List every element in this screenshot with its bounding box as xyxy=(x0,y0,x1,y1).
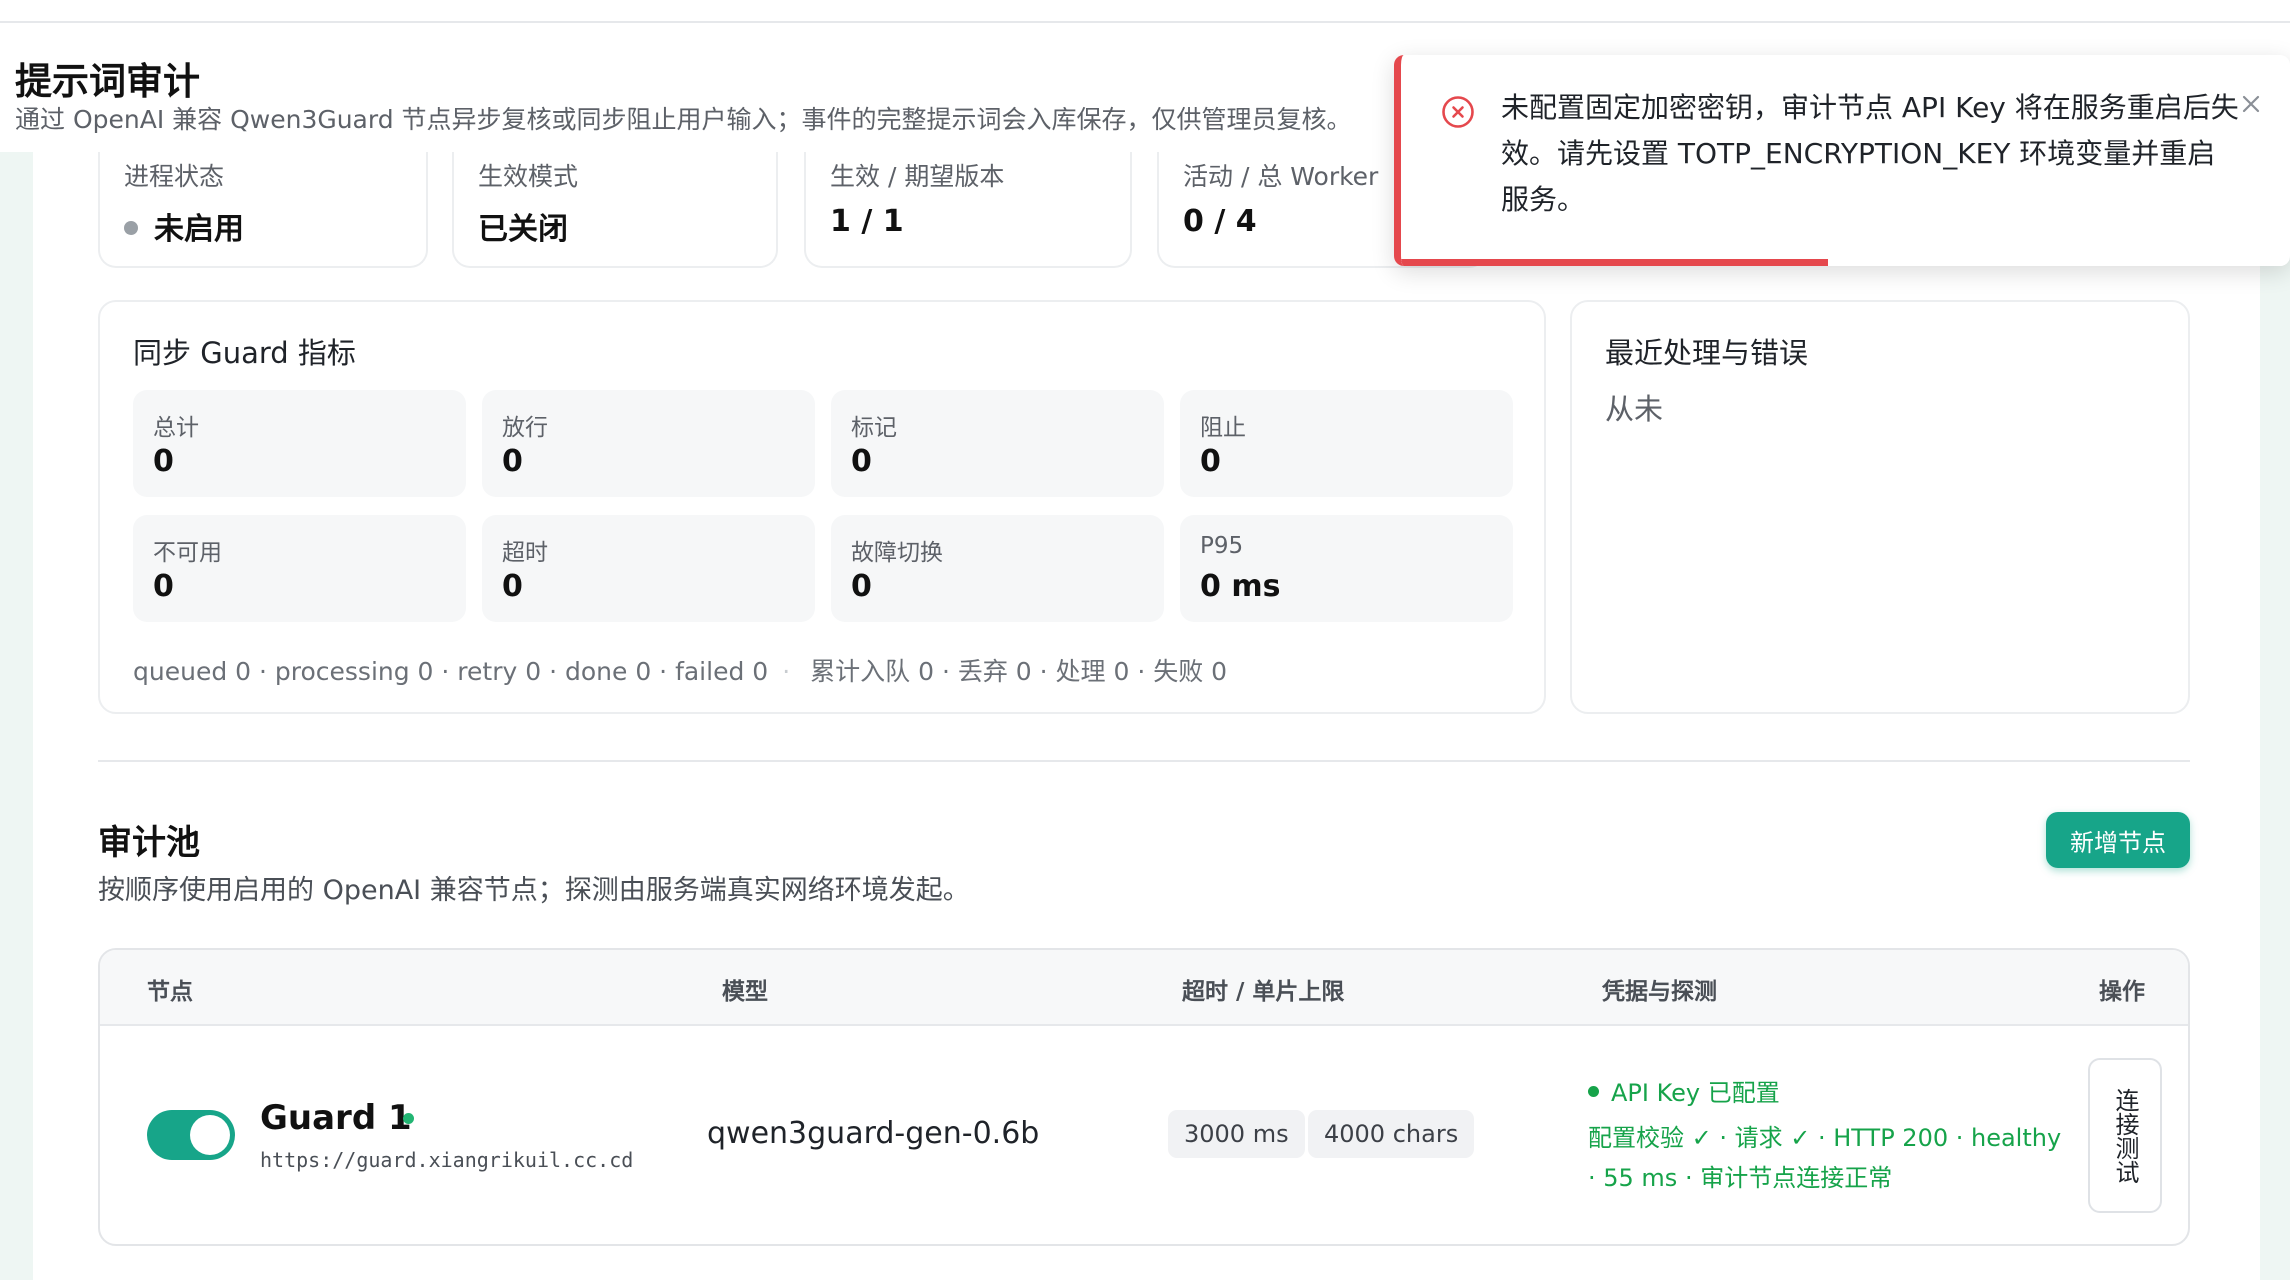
left-background-band xyxy=(0,150,33,1280)
metric-value: 0 xyxy=(1200,444,1221,479)
metric-label: 总计 xyxy=(153,415,199,441)
error-toast: 未配置固定加密密钥，审计节点 API Key 将在服务重启后失效。请先设置 TO… xyxy=(1394,55,2290,266)
pool-title: 审计池 xyxy=(98,823,200,863)
toast-message: 未配置固定加密密钥，审计节点 API Key 将在服务重启后失效。请先设置 TO… xyxy=(1501,91,2239,216)
metric-p95: P95 0 ms xyxy=(1180,515,1513,622)
status-card-label: 进程状态 xyxy=(124,162,225,191)
status-dot-icon xyxy=(124,220,138,235)
status-card-label: 活动 / 总 Worker xyxy=(1183,162,1379,191)
column-header-actions: 操作 xyxy=(2099,979,2145,1005)
metric-label: 故障切换 xyxy=(851,540,943,566)
column-header-model: 模型 xyxy=(722,979,768,1005)
metric-timeout: 超时 0 xyxy=(482,515,815,622)
status-card-value: 0 / 4 xyxy=(1183,204,1257,239)
metric-value: 0 xyxy=(153,569,174,604)
metric-flag: 标记 0 xyxy=(831,390,1164,497)
status-card-version: 生效 / 期望版本 1 / 1 xyxy=(804,140,1132,268)
timeout-pill: 3000 ms xyxy=(1168,1110,1305,1158)
metric-value: 0 ms xyxy=(1200,569,1281,604)
page-subtitle: 通过 OpenAI 兼容 Qwen3Guard 节点异步复核或同步阻止用户输入；… xyxy=(15,105,1352,134)
status-card-value: 1 / 1 xyxy=(830,204,904,239)
status-card-process: 进程状态 未启用 xyxy=(98,140,428,268)
page-title: 提示词审计 xyxy=(15,60,200,103)
toast-progress-bar xyxy=(1401,259,1828,266)
metric-label: 放行 xyxy=(502,415,548,441)
metric-label: 阻止 xyxy=(1200,415,1246,441)
column-header-credentials: 凭据与探测 xyxy=(1602,979,1717,1005)
metric-value: 0 xyxy=(502,444,523,479)
status-card-label: 生效模式 xyxy=(478,162,579,191)
queue-totals: 累计入队 0 · 丢弃 0 · 处理 0 · 失败 0 xyxy=(810,657,1228,686)
table-header: 节点 模型 超时 / 单片上限 凭据与探测 操作 xyxy=(100,950,2188,1026)
metric-label: 标记 xyxy=(851,415,897,441)
chunk-limit-pill: 4000 chars xyxy=(1308,1110,1475,1158)
recent-errors-panel: 最近处理与错误 从未 xyxy=(1570,300,2190,714)
queue-stats: queued 0 · processing 0 · retry 0 · done… xyxy=(133,652,1227,688)
page-header: 提示词审计 通过 OpenAI 兼容 Qwen3Guard 节点异步复核或同步阻… xyxy=(0,25,1400,152)
credential-dot-icon xyxy=(1588,1085,1599,1097)
queue-separator: · xyxy=(782,657,791,686)
credential-status: API Key 已配置 xyxy=(1588,1073,1780,1108)
recent-empty-text: 从未 xyxy=(1605,392,1664,426)
add-node-button[interactable]: 新增节点 xyxy=(2046,812,2190,868)
node-name: Guard 1 xyxy=(260,1098,412,1138)
panel-title: 最近处理与错误 xyxy=(1605,336,1809,370)
pool-description: 按顺序使用启用的 OpenAI 兼容节点；探测由服务端真实网络环境发起。 xyxy=(98,875,970,906)
metric-total: 总计 0 xyxy=(133,390,466,497)
section-divider xyxy=(98,760,2190,762)
status-card-value: 未启用 xyxy=(124,204,244,248)
metric-block: 阻止 0 xyxy=(1180,390,1513,497)
metric-value: 0 xyxy=(851,569,872,604)
queue-status-counts: queued 0 · processing 0 · retry 0 · done… xyxy=(133,657,769,686)
node-model: qwen3guard-gen-0.6b xyxy=(707,1116,1040,1151)
metric-label: 超时 xyxy=(502,540,548,566)
node-online-dot-icon xyxy=(403,1113,414,1124)
status-card-mode: 生效模式 已关闭 xyxy=(452,140,778,268)
error-circle-icon xyxy=(1442,96,1474,128)
top-bar xyxy=(0,0,2290,23)
toggle-knob xyxy=(190,1115,230,1155)
connection-test-button[interactable]: 连接测试 xyxy=(2088,1058,2162,1213)
column-header-timeout: 超时 / 单片上限 xyxy=(1182,979,1345,1005)
panel-title: 同步 Guard 指标 xyxy=(133,336,356,370)
toast-progress-track xyxy=(1401,259,2290,266)
pool-table: 节点 模型 超时 / 单片上限 凭据与探测 操作 Guard 1 https:/… xyxy=(98,948,2190,1246)
status-card-value: 已关闭 xyxy=(478,212,568,247)
close-icon[interactable] xyxy=(2236,89,2266,119)
node-enabled-toggle[interactable] xyxy=(147,1110,235,1160)
sync-guard-metrics-panel: 同步 Guard 指标 总计 0 放行 0 标记 0 阻止 0 不可用 0 超时… xyxy=(98,300,1546,714)
status-card-label: 生效 / 期望版本 xyxy=(830,162,1005,191)
metric-label: P95 xyxy=(1200,533,1244,559)
metric-unavailable: 不可用 0 xyxy=(133,515,466,622)
column-header-node: 节点 xyxy=(147,979,193,1005)
metric-value: 0 xyxy=(502,569,523,604)
metric-value: 0 xyxy=(153,444,174,479)
metric-label: 不可用 xyxy=(153,540,222,566)
probe-result: 配置校验 ✓ · 请求 ✓ · HTTP 200 · healthy · 55 … xyxy=(1588,1124,2062,1192)
metric-failover: 故障切换 0 xyxy=(831,515,1164,622)
metric-value: 0 xyxy=(851,444,872,479)
right-background-band xyxy=(2260,150,2290,1280)
node-url: https://guard.xiangrikuil.cc.cd xyxy=(260,1148,634,1172)
metric-allow: 放行 0 xyxy=(482,390,815,497)
